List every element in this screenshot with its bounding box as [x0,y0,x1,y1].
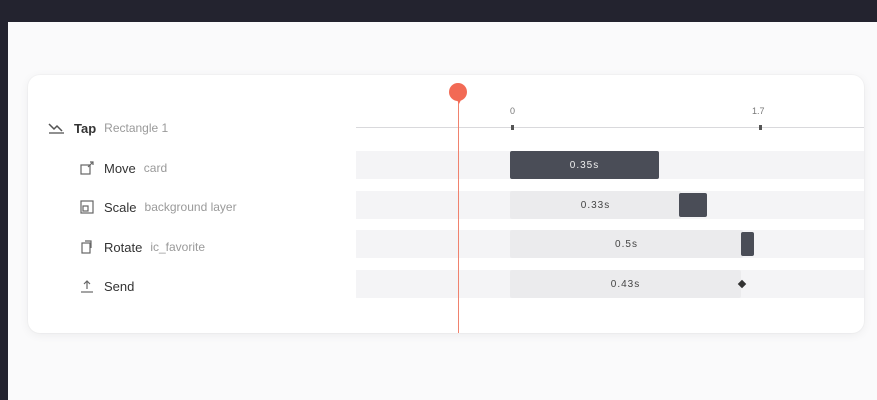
move-row-label[interactable]: Move card [78,157,167,179]
rotate-row-label[interactable]: Rotate ic_favorite [78,236,205,258]
scale-duration-label: 0.33s [580,199,611,211]
send-icon [78,277,96,295]
scale-duration-bar[interactable]: 0.33s [510,191,681,219]
scale-track: 0.33s [356,191,864,219]
send-duration-bar[interactable]: 0.43s [510,270,741,298]
rotate-duration-label: 0.5s [615,238,638,250]
scale-object: background layer [144,200,237,214]
send-row-label[interactable]: Send [78,275,142,297]
rotate-track: 0.5s [356,230,864,258]
tick-label-start: 0 [510,106,516,116]
scale-row-label[interactable]: Scale background layer [78,196,237,218]
tick-label-end: 1.7 [752,106,765,116]
move-duration-bar[interactable]: 0.35s [510,151,659,179]
move-icon [78,159,96,177]
playhead-line[interactable] [458,95,459,333]
move-verb: Move [104,160,136,176]
send-track: 0.43s [356,270,864,298]
trigger-verb: Tap [74,120,97,136]
tick-mark-end [759,125,762,130]
rotate-verb: Rotate [104,239,143,255]
scale-end-handle[interactable] [679,193,707,217]
rotate-duration-bar[interactable]: 0.5s [510,230,743,258]
trigger-row-label[interactable]: Tap Rectangle 1 [48,117,168,139]
move-object: card [143,161,168,175]
rotate-end-handle[interactable] [741,232,754,256]
playhead-pointer [455,96,463,104]
canvas-area: Tap Rectangle 1 Move card Scale backgrou… [8,22,877,400]
rotate-object: ic_favorite [150,240,206,254]
interaction-timeline-card: Tap Rectangle 1 Move card Scale backgrou… [28,75,864,333]
tick-mark-start [511,125,514,130]
send-verb: Send [104,278,135,294]
move-duration-label: 0.35s [569,159,600,171]
time-axis [356,127,864,128]
rotate-icon [78,238,96,256]
scale-icon [78,198,96,216]
send-duration-label: 0.43s [610,278,641,290]
trigger-object: Rectangle 1 [104,121,169,135]
tap-trigger-icon [48,119,66,137]
move-track: 0.35s [356,151,864,179]
scale-verb: Scale [104,199,137,215]
